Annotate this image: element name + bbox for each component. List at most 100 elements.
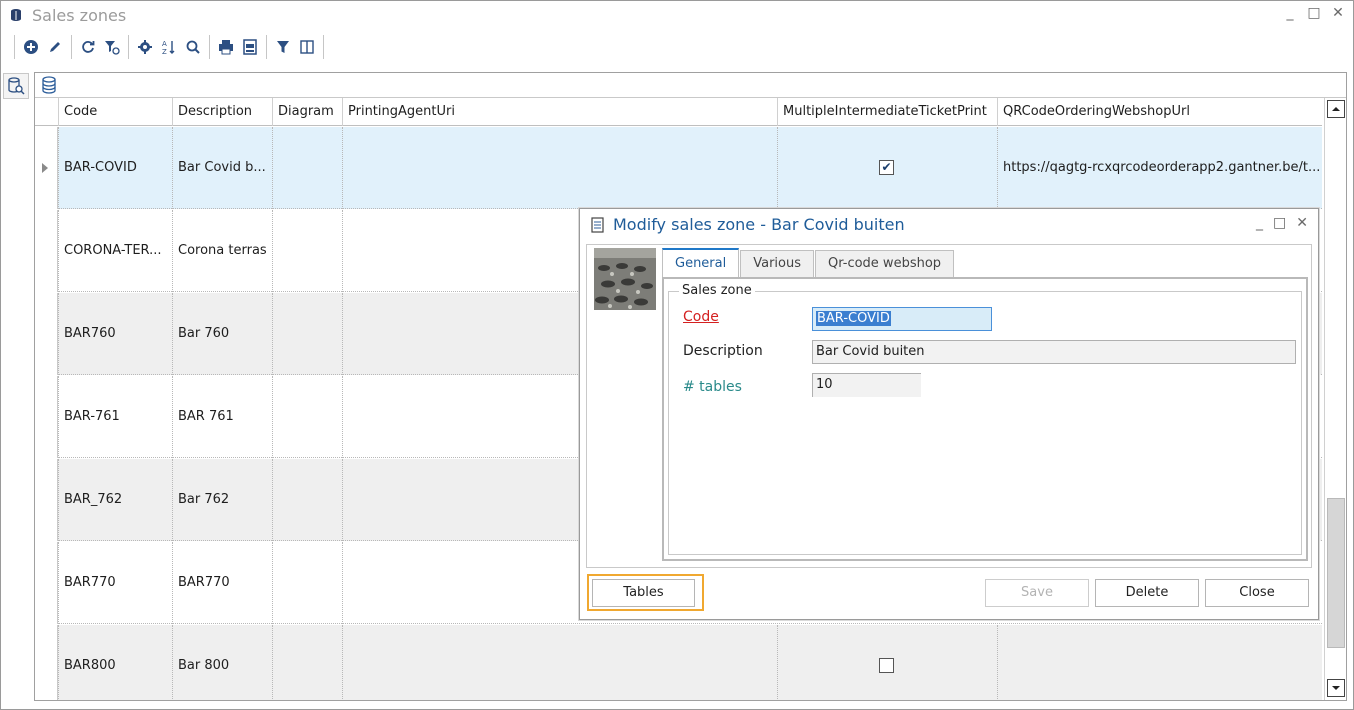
cell-description[interactable]: Bar 762 [172,459,272,541]
dialog-close-x-button[interactable]: ✕ [1296,215,1308,231]
settings-icon[interactable] [133,35,157,59]
scrollbar-thumb[interactable] [1327,498,1345,648]
multiple-print-checkbox-checked[interactable]: ✔ [879,160,894,175]
app-icon [9,8,23,22]
cell-code[interactable]: BAR_762 [58,459,172,541]
delete-button[interactable]: Delete [1095,579,1199,607]
row-indicator [35,376,58,458]
add-icon[interactable] [19,35,43,59]
minimize-button[interactable]: _ [1283,5,1297,21]
multiple-print-checkbox-unchecked[interactable] [879,658,894,673]
toolbar-separator [209,35,210,59]
cell-multiple-print[interactable]: ✔ [777,127,997,209]
database-icon [41,76,57,98]
group-title: Sales zone [679,283,755,298]
close-button[interactable]: Close [1205,579,1309,607]
sort-az-icon[interactable]: AZ [157,35,181,59]
tab-qr-code-webshop[interactable]: Qr-code webshop [815,250,955,278]
cell-diagram[interactable] [272,542,342,624]
save-button[interactable]: Save [985,579,1089,607]
cell-description[interactable]: Bar 760 [172,293,272,375]
scroll-up-button[interactable] [1327,100,1345,118]
toolbar-separator [323,35,324,59]
column-header-printing-agent-uri[interactable]: PrintingAgentUri [342,98,777,126]
description-field[interactable]: Bar Covid buiten [812,340,1296,364]
dialog-minimize-button[interactable]: _ [1256,215,1263,231]
cell-diagram[interactable] [272,293,342,375]
toolbar-separator [266,35,267,59]
toolbar-separator [71,35,72,59]
row-indicator-header [35,98,58,126]
svg-text:Z: Z [162,48,167,55]
cell-qr-url[interactable] [997,625,1322,700]
form-icon [590,217,606,238]
column-header-code[interactable]: Code [58,98,172,126]
arrow-down-icon [1332,686,1340,690]
column-header-qr-code-url[interactable]: QRCodeOrderingWebshopUrl [997,98,1322,126]
refresh-icon[interactable] [76,35,100,59]
cell-code[interactable]: CORONA-TER... [58,210,172,292]
maximize-button[interactable]: □ [1307,5,1321,21]
cell-diagram[interactable] [272,625,342,700]
tables-button[interactable]: Tables [592,579,695,607]
code-field[interactable]: BAR-COVID [812,307,992,331]
cell-diagram[interactable] [272,459,342,541]
cell-description[interactable]: BAR770 [172,542,272,624]
print-icon[interactable] [214,35,238,59]
sales-zone-photo [594,248,656,310]
print-preview-icon[interactable] [238,35,262,59]
table-row[interactable]: BAR800 Bar 800 [35,625,1322,700]
cell-diagram[interactable] [272,127,342,209]
column-header-multiple-intermediate-ticket-print[interactable]: MultipleIntermediateTicketPrint [777,98,997,126]
cell-code[interactable]: BAR760 [58,293,172,375]
general-tab-panel: Sales zone Code BAR-COVID Description Ba… [662,277,1308,561]
row-indicator [35,293,58,375]
modify-sales-zone-dialog: Modify sales zone - Bar Covid buiten _ □… [579,208,1319,620]
svg-text:A: A [162,40,167,48]
grid-group-panel [35,73,1346,98]
cell-code[interactable]: BAR800 [58,625,172,700]
cell-diagram[interactable] [272,376,342,458]
vertical-scrollbar[interactable] [1324,98,1346,700]
dialog-tabs: General Various Qr-code webshop [662,248,955,278]
cell-code[interactable]: BAR770 [58,542,172,624]
dialog-body: General Various Qr-code webshop Sales zo… [586,244,1312,568]
tab-general[interactable]: General [662,248,740,278]
code-field-value: BAR-COVID [816,311,891,326]
cell-description[interactable]: BAR 761 [172,376,272,458]
cell-printing-agent-uri[interactable] [342,625,777,700]
table-row[interactable]: BAR-COVID Bar Covid b... ✔ https://qagtg… [35,127,1322,209]
database-search-icon [8,77,25,95]
dialog-maximize-button[interactable]: □ [1273,215,1286,231]
clear-filter-icon[interactable] [100,35,124,59]
window-controls: _ □ ✕ [1283,5,1345,21]
filter-icon[interactable] [271,35,295,59]
cell-description[interactable]: Bar 800 [172,625,272,700]
row-indicator [35,210,58,292]
sales-zone-group: Sales zone Code BAR-COVID Description Ba… [668,283,1302,555]
column-header-description[interactable]: Description [172,98,272,126]
scroll-down-button[interactable] [1327,679,1345,697]
search-icon[interactable] [181,35,205,59]
code-label[interactable]: Code [683,309,719,325]
cell-description[interactable]: Bar Covid b... [172,127,272,209]
cell-qr-url[interactable]: https://qagtg-rcxqrcodeorderapp2.gantner… [997,127,1322,209]
dialog-window-controls: _ □ ✕ [1256,215,1308,231]
tables-count-field[interactable]: 10 [812,373,921,397]
data-search-side-button[interactable] [3,73,29,99]
columns-icon[interactable] [295,35,319,59]
cell-printing-agent-uri[interactable] [342,127,777,209]
cell-code[interactable]: BAR-761 [58,376,172,458]
row-indicator [35,459,58,541]
tab-various[interactable]: Various [740,250,815,278]
cell-description[interactable]: Corona terras [172,210,272,292]
column-header-diagram[interactable]: Diagram [272,98,342,126]
tables-count-label: # tables [683,379,742,395]
title-bar: Sales zones _ □ ✕ [1,1,1353,31]
cell-multiple-print[interactable] [777,625,997,700]
cell-diagram[interactable] [272,210,342,292]
toolbar: AZ [10,31,328,63]
close-window-button[interactable]: ✕ [1331,5,1345,21]
edit-icon[interactable] [43,35,67,59]
cell-code[interactable]: BAR-COVID [58,127,172,209]
